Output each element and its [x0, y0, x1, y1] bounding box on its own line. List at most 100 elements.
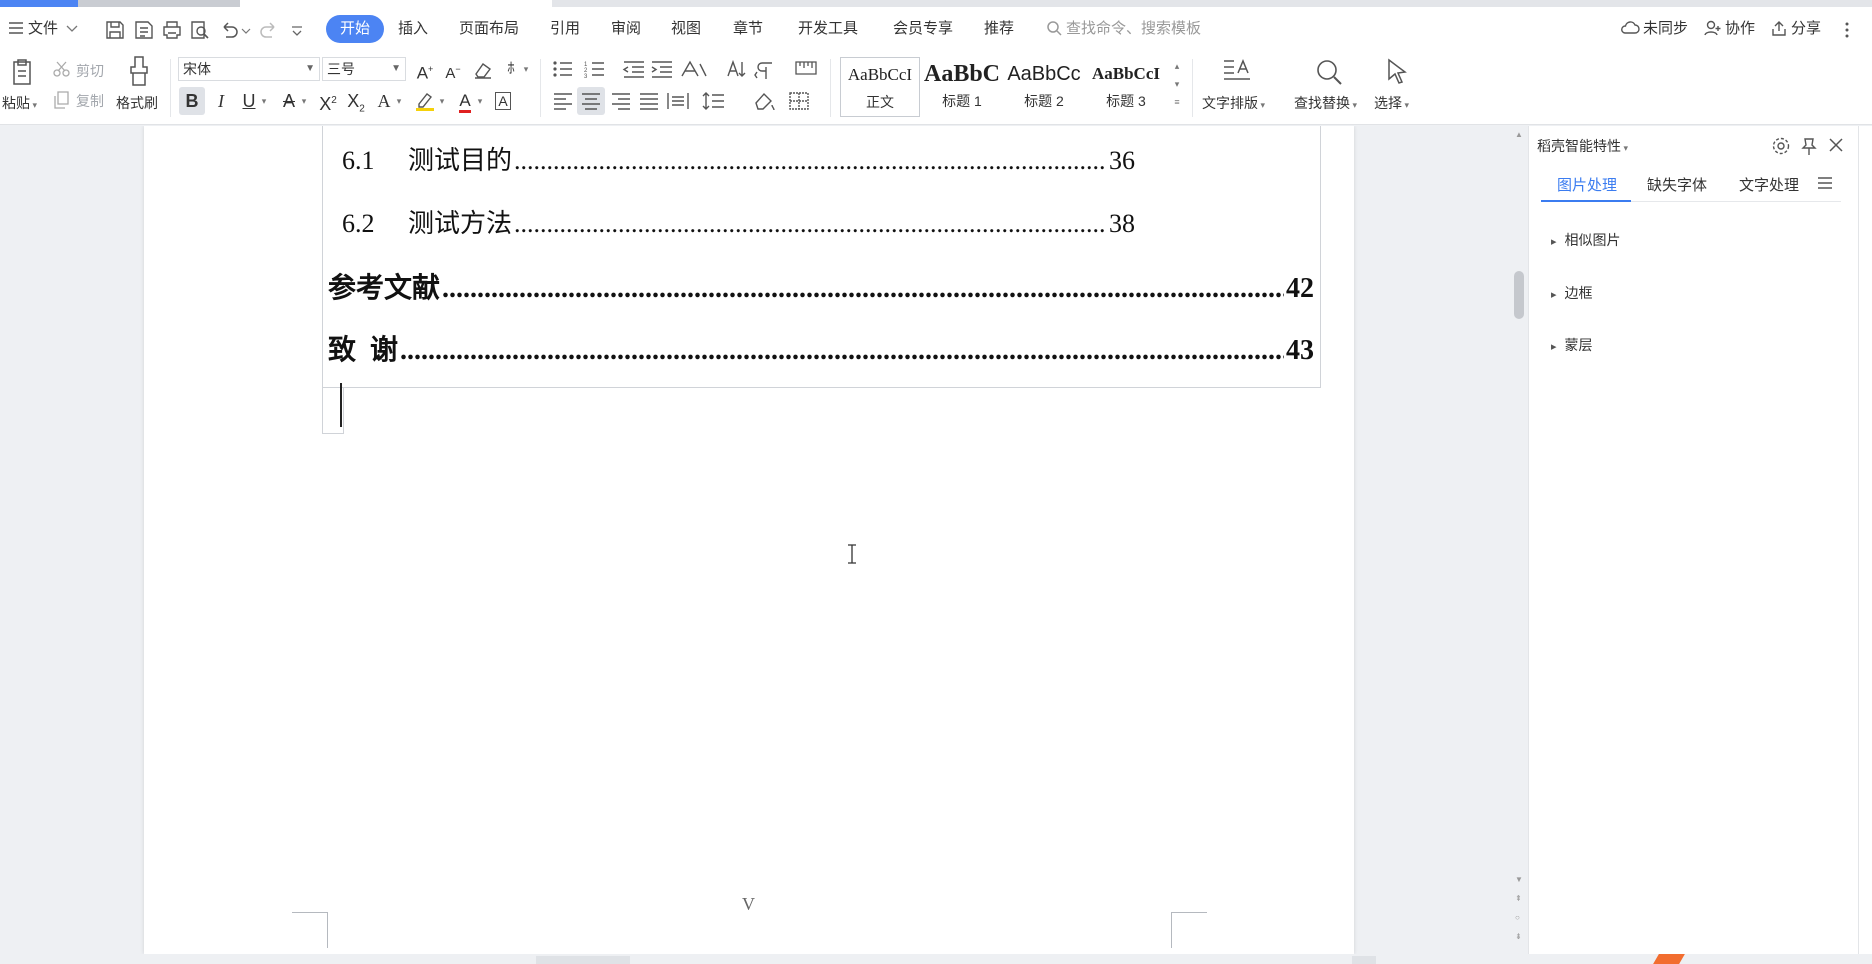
tab-insert[interactable]: 插入 [398, 15, 428, 43]
paste-icon[interactable] [8, 57, 36, 87]
table-ruler-icon[interactable] [794, 59, 818, 77]
sync-status-button[interactable]: 未同步 [1620, 15, 1688, 43]
strikethrough-dropdown-icon[interactable]: ▾ [298, 87, 310, 115]
align-right-icon[interactable] [610, 91, 632, 111]
cut-button[interactable]: 剪切 [76, 61, 104, 81]
collaborate-button[interactable]: 协作 [1704, 15, 1755, 43]
font-color-dropdown-icon[interactable]: ▾ [474, 87, 486, 115]
align-center-button[interactable] [577, 87, 605, 115]
select-pointer-icon[interactable] [1384, 57, 1410, 87]
tab-missing-fonts[interactable]: 缺失字体 [1647, 174, 1707, 195]
tab-member[interactable]: 会员专享 [893, 15, 953, 43]
hamburger-icon[interactable] [1817, 176, 1833, 190]
document-page[interactable]: 6.1 测试目的 36 6.2 测试方法 38 参考文献 42 致 谢 43 [144, 126, 1354, 954]
format-painter-label[interactable]: 格式刷 [116, 93, 158, 113]
toc-entry[interactable]: 致 谢 43 [328, 328, 1314, 368]
increase-indent-icon[interactable] [650, 59, 674, 79]
redo-icon[interactable] [258, 19, 280, 41]
toc-entry[interactable]: 参考文献 42 [328, 266, 1314, 306]
italic-button[interactable]: I [208, 87, 234, 115]
tab-home[interactable]: 开始 [326, 15, 385, 43]
file-menu[interactable]: 文件 [8, 15, 78, 43]
panel-item-mask[interactable]: 蒙层 [1551, 335, 1593, 355]
increase-font-icon[interactable]: A+ [412, 55, 438, 83]
select-button[interactable]: 选择 ▾ [1374, 93, 1409, 113]
command-search[interactable]: 查找命令、搜索模板 [1046, 15, 1201, 43]
highlight-icon[interactable] [414, 90, 436, 112]
decrease-indent-icon[interactable] [622, 59, 646, 79]
tab-references[interactable]: 引用 [550, 15, 580, 43]
scrollbar-thumb[interactable] [1514, 271, 1524, 319]
underline-dropdown-icon[interactable]: ▾ [258, 87, 270, 115]
subscript-button[interactable]: X2 [343, 87, 369, 115]
font-size-select[interactable]: 三号 ▼ [322, 57, 406, 81]
char-border-icon[interactable]: A [490, 87, 516, 115]
bullet-list-icon[interactable] [552, 59, 578, 79]
taskbar-app-icon[interactable] [1653, 954, 1685, 964]
style-heading-3[interactable]: AaBbCcI 标题 3 [1086, 57, 1166, 117]
undo-icon[interactable] [218, 19, 240, 41]
line-spacing-icon[interactable] [702, 91, 726, 111]
find-replace-icon[interactable] [1314, 57, 1344, 87]
sidebar-strip[interactable] [1858, 126, 1872, 954]
text-layout-button[interactable]: 文字排版 ▾ [1202, 93, 1265, 113]
print-preview-icon[interactable] [189, 19, 211, 41]
gear-icon[interactable] [1771, 136, 1791, 156]
file-menu-label: 文件 [28, 20, 59, 37]
tab-image-processing[interactable]: 图片处理 [1557, 174, 1617, 195]
font-size-value: 三号 [327, 61, 355, 77]
text-layout-icon[interactable] [1222, 57, 1252, 85]
tab-view[interactable]: 视图 [671, 15, 701, 43]
scroll-nav-icons[interactable]: ▼ ⇞ ○ ⇟ [1515, 870, 1523, 946]
tab-chapter[interactable]: 章节 [733, 15, 763, 43]
borders-icon[interactable] [788, 91, 810, 111]
text-effect-dropdown-icon[interactable]: ▾ [393, 87, 405, 115]
toc-entry[interactable]: 6.2 测试方法 38 [342, 203, 1135, 240]
more-options-icon[interactable] [1840, 19, 1854, 41]
phonetic-dropdown-icon[interactable]: ▾ [520, 55, 532, 83]
panel-item-similar-images[interactable]: 相似图片 [1551, 230, 1621, 250]
tab-review[interactable]: 审阅 [611, 15, 641, 43]
justify-icon[interactable] [638, 91, 660, 111]
copy-button[interactable]: 复制 [76, 91, 104, 111]
align-left-icon[interactable] [552, 91, 574, 111]
document-canvas[interactable]: 6.1 测试目的 36 6.2 测试方法 38 参考文献 42 致 谢 43 [0, 126, 1510, 954]
tab-developer[interactable]: 开发工具 [798, 15, 858, 43]
decrease-font-icon[interactable]: A− [440, 55, 466, 83]
find-replace-button[interactable]: 查找替换 ▾ [1294, 93, 1357, 113]
show-marks-icon[interactable] [754, 58, 782, 80]
panel-title-menu[interactable]: 稻壳智能特性 ▾ [1537, 136, 1628, 156]
sort-icon[interactable] [724, 58, 746, 80]
paste-button[interactable]: 粘贴 ▾ [2, 93, 37, 113]
format-painter-icon[interactable] [126, 55, 152, 87]
tab-text-processing[interactable]: 文字处理 [1739, 174, 1799, 195]
style-heading-2[interactable]: AaBbCc 标题 2 [1004, 57, 1084, 117]
close-icon[interactable] [1827, 136, 1845, 154]
customize-quick-access-icon[interactable] [290, 19, 304, 41]
vertical-scrollbar[interactable]: ▲ ▼ ⇞ ○ ⇟ [1510, 126, 1528, 954]
distribute-icon[interactable] [666, 91, 690, 111]
pin-icon[interactable] [1799, 136, 1819, 156]
share-button[interactable]: 分享 [1770, 15, 1821, 43]
style-heading-1[interactable]: AaBbC 标题 1 [922, 57, 1002, 117]
tab-page-layout[interactable]: 页面布局 [459, 15, 519, 43]
scroll-up-icon[interactable]: ▲ [1515, 130, 1523, 139]
toc-entry[interactable]: 6.1 测试目的 36 [342, 140, 1135, 177]
styles-scroll[interactable]: ▴ ▾ ≡ [1170, 57, 1184, 117]
font-name-value: 宋体 [183, 61, 211, 77]
print-icon[interactable] [161, 19, 183, 41]
shading-icon[interactable] [752, 91, 776, 111]
style-normal[interactable]: AaBbCcI 正文 [840, 57, 920, 117]
font-name-select[interactable]: 宋体 ▼ [178, 57, 320, 81]
save-icon[interactable] [104, 19, 126, 41]
numbered-list-icon[interactable]: 123 [584, 59, 610, 79]
text-direction-icon[interactable] [680, 58, 710, 80]
save-as-icon[interactable] [133, 19, 155, 41]
superscript-button[interactable]: X2 [315, 87, 341, 115]
tab-recommend[interactable]: 推荐 [984, 15, 1014, 43]
bold-button[interactable]: B [179, 87, 205, 115]
clear-format-icon[interactable] [472, 60, 494, 80]
undo-dropdown-icon[interactable] [240, 19, 252, 41]
highlight-dropdown-icon[interactable]: ▾ [436, 87, 448, 115]
panel-item-border[interactable]: 边框 [1551, 283, 1593, 303]
